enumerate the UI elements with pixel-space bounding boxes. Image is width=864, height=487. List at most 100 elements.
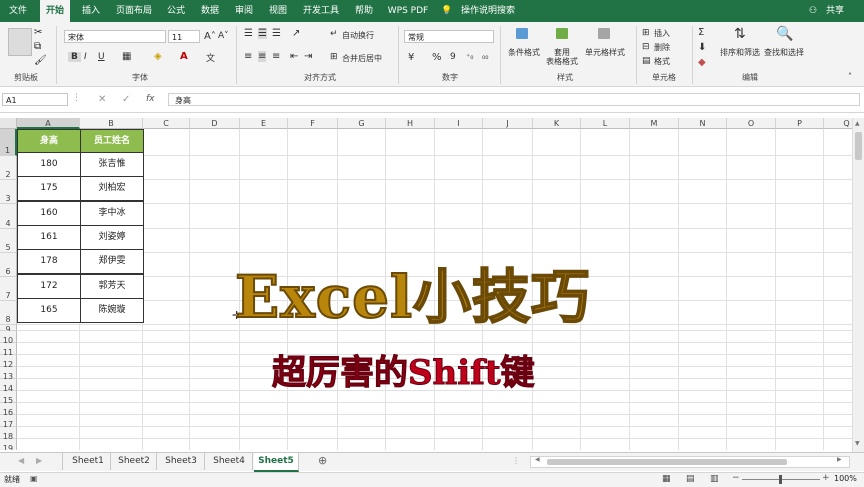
column-header[interactable]: K (533, 118, 581, 129)
column-header[interactable]: B (80, 118, 143, 129)
collapse-ribbon-icon[interactable]: ˄ (848, 72, 852, 81)
percent-button[interactable]: % (432, 52, 442, 63)
column-header[interactable]: J (483, 118, 533, 129)
row-header[interactable]: 2 (0, 156, 17, 180)
table-cell-height[interactable]: 178 (17, 249, 81, 274)
row-header[interactable]: 12 (0, 355, 17, 369)
column-header[interactable]: G (338, 118, 386, 129)
scroll-down-icon[interactable]: ▼ (855, 440, 860, 447)
table-cell-name[interactable]: 陈婉璇 (80, 298, 144, 323)
page-break-view-icon[interactable]: ▥ (710, 474, 719, 484)
sheet-next-icon[interactable]: ▶ (36, 456, 42, 465)
vertical-scroll-thumb[interactable] (855, 132, 862, 160)
sheet-tab-2[interactable]: Sheet2 (112, 453, 157, 470)
phonetic-icon[interactable]: 文 (206, 51, 215, 64)
italic-button[interactable]: I (84, 52, 87, 62)
table-cell-height[interactable]: 172 (17, 274, 81, 299)
border-icon[interactable]: ▦ (122, 51, 131, 62)
table-format-button[interactable]: 套用 表格格式 (540, 48, 584, 66)
row-header[interactable]: 6 (0, 253, 17, 277)
insert-cells-button[interactable]: 插入 (654, 28, 670, 39)
column-header[interactable]: O (727, 118, 776, 129)
table-header-name[interactable]: 员工姓名 (80, 129, 144, 153)
decrease-decimal-icon[interactable]: ₀₀ (482, 52, 488, 61)
horizontal-scrollbar[interactable]: ◀ ▶ (530, 456, 850, 468)
share-button[interactable]: 共享 (818, 0, 852, 22)
sheet-prev-icon[interactable]: ◀ (18, 456, 24, 465)
align-left-icon[interactable]: ≡ (244, 51, 252, 62)
tab-view[interactable]: 视图 (264, 0, 292, 22)
row-header[interactable]: 1 (0, 129, 17, 156)
sort-filter-button[interactable]: 排序和筛选 (716, 48, 764, 57)
table-cell-height[interactable]: 161 (17, 225, 81, 250)
cut-icon[interactable]: ✂ (34, 27, 42, 38)
format-painter-icon[interactable]: 🖌 (34, 55, 47, 66)
normal-view-icon[interactable]: ▦ (662, 474, 671, 484)
name-box[interactable]: A1 (2, 93, 68, 106)
tab-help[interactable]: 帮助 (350, 0, 378, 22)
sheet-tab-5[interactable]: Sheet5 (254, 453, 299, 472)
align-middle-icon[interactable]: ☰ (258, 28, 267, 39)
table-cell-name[interactable]: 郭芳天 (80, 274, 144, 299)
font-color-icon[interactable]: A (180, 51, 188, 62)
table-cell-name[interactable]: 刘柏宏 (80, 176, 144, 201)
grow-font-icon[interactable]: A˄ (204, 31, 216, 42)
increase-decimal-icon[interactable]: ⁺₀ (466, 52, 473, 61)
table-cell-height[interactable]: 160 (17, 201, 81, 226)
table-cell-height[interactable]: 175 (17, 176, 81, 201)
tell-me-search[interactable]: 操作说明搜索 (458, 0, 518, 22)
column-header[interactable]: M (630, 118, 679, 129)
copy-icon[interactable]: ⧉ (34, 41, 41, 52)
row-header[interactable]: 16 (0, 403, 17, 417)
split-handle-icon[interactable]: ⋮ (512, 456, 520, 465)
select-all-corner[interactable] (0, 118, 17, 129)
name-box-dropdown-icon[interactable]: ⋮ (72, 93, 81, 103)
tab-page-layout[interactable]: 页面布局 (112, 0, 156, 22)
column-header[interactable]: P (776, 118, 824, 129)
row-header[interactable]: 11 (0, 343, 17, 357)
enter-icon[interactable]: ✓ (122, 94, 130, 105)
shrink-font-icon[interactable]: A˅ (218, 31, 229, 41)
table-cell-name[interactable]: 李中冰 (80, 201, 144, 226)
sheet-tab-4[interactable]: Sheet4 (206, 453, 253, 470)
column-header[interactable]: L (581, 118, 630, 129)
table-header-height[interactable]: 身高 (17, 129, 81, 153)
row-header[interactable]: 10 (0, 331, 17, 345)
tab-wps-pdf[interactable]: WPS PDF (384, 0, 432, 22)
conditional-format-button[interactable]: 条件格式 (504, 48, 544, 57)
page-layout-view-icon[interactable]: ▤ (686, 474, 695, 484)
increase-indent-icon[interactable]: ⇥ (304, 51, 312, 62)
fill-color-icon[interactable]: ◈ (154, 51, 162, 62)
merge-center-button[interactable]: 合并后居中 (342, 53, 382, 64)
underline-button[interactable]: U (98, 52, 105, 62)
table-cell-name[interactable]: 刘姿婷 (80, 225, 144, 250)
find-select-button[interactable]: 查找和选择 (760, 48, 808, 57)
add-sheet-button[interactable]: ⊕ (318, 454, 327, 467)
macro-record-icon[interactable]: ▣ (30, 474, 38, 483)
row-header[interactable]: 5 (0, 229, 17, 253)
row-header[interactable]: 8 (0, 301, 17, 325)
column-header[interactable]: D (190, 118, 240, 129)
column-header[interactable]: H (386, 118, 435, 129)
vertical-scrollbar[interactable]: ▲ ▼ (852, 118, 864, 452)
sheet-tab-3[interactable]: Sheet3 (158, 453, 205, 470)
zoom-in-icon[interactable]: + (822, 473, 830, 483)
bold-button[interactable]: B (68, 52, 81, 62)
row-header[interactable]: 3 (0, 180, 17, 204)
tab-review[interactable]: 审阅 (230, 0, 258, 22)
sheet-tab-1[interactable]: Sheet1 (66, 453, 111, 470)
tab-developer[interactable]: 开发工具 (298, 0, 344, 22)
number-format-select[interactable]: 常规 (404, 30, 494, 43)
currency-icon[interactable]: ¥ (408, 52, 414, 63)
column-header[interactable]: Q (824, 118, 852, 129)
row-header[interactable]: 14 (0, 379, 17, 393)
cancel-icon[interactable]: ✕ (98, 94, 106, 105)
tab-data[interactable]: 数据 (196, 0, 224, 22)
paste-icon[interactable] (8, 28, 32, 56)
table-cell-height[interactable]: 165 (17, 298, 81, 323)
align-right-icon[interactable]: ≡ (272, 51, 280, 62)
column-header[interactable]: N (679, 118, 727, 129)
font-size-select[interactable]: 11 (168, 30, 200, 43)
insert-function-button[interactable]: fx (146, 94, 155, 104)
autosum-icon[interactable]: Σ (698, 27, 704, 38)
